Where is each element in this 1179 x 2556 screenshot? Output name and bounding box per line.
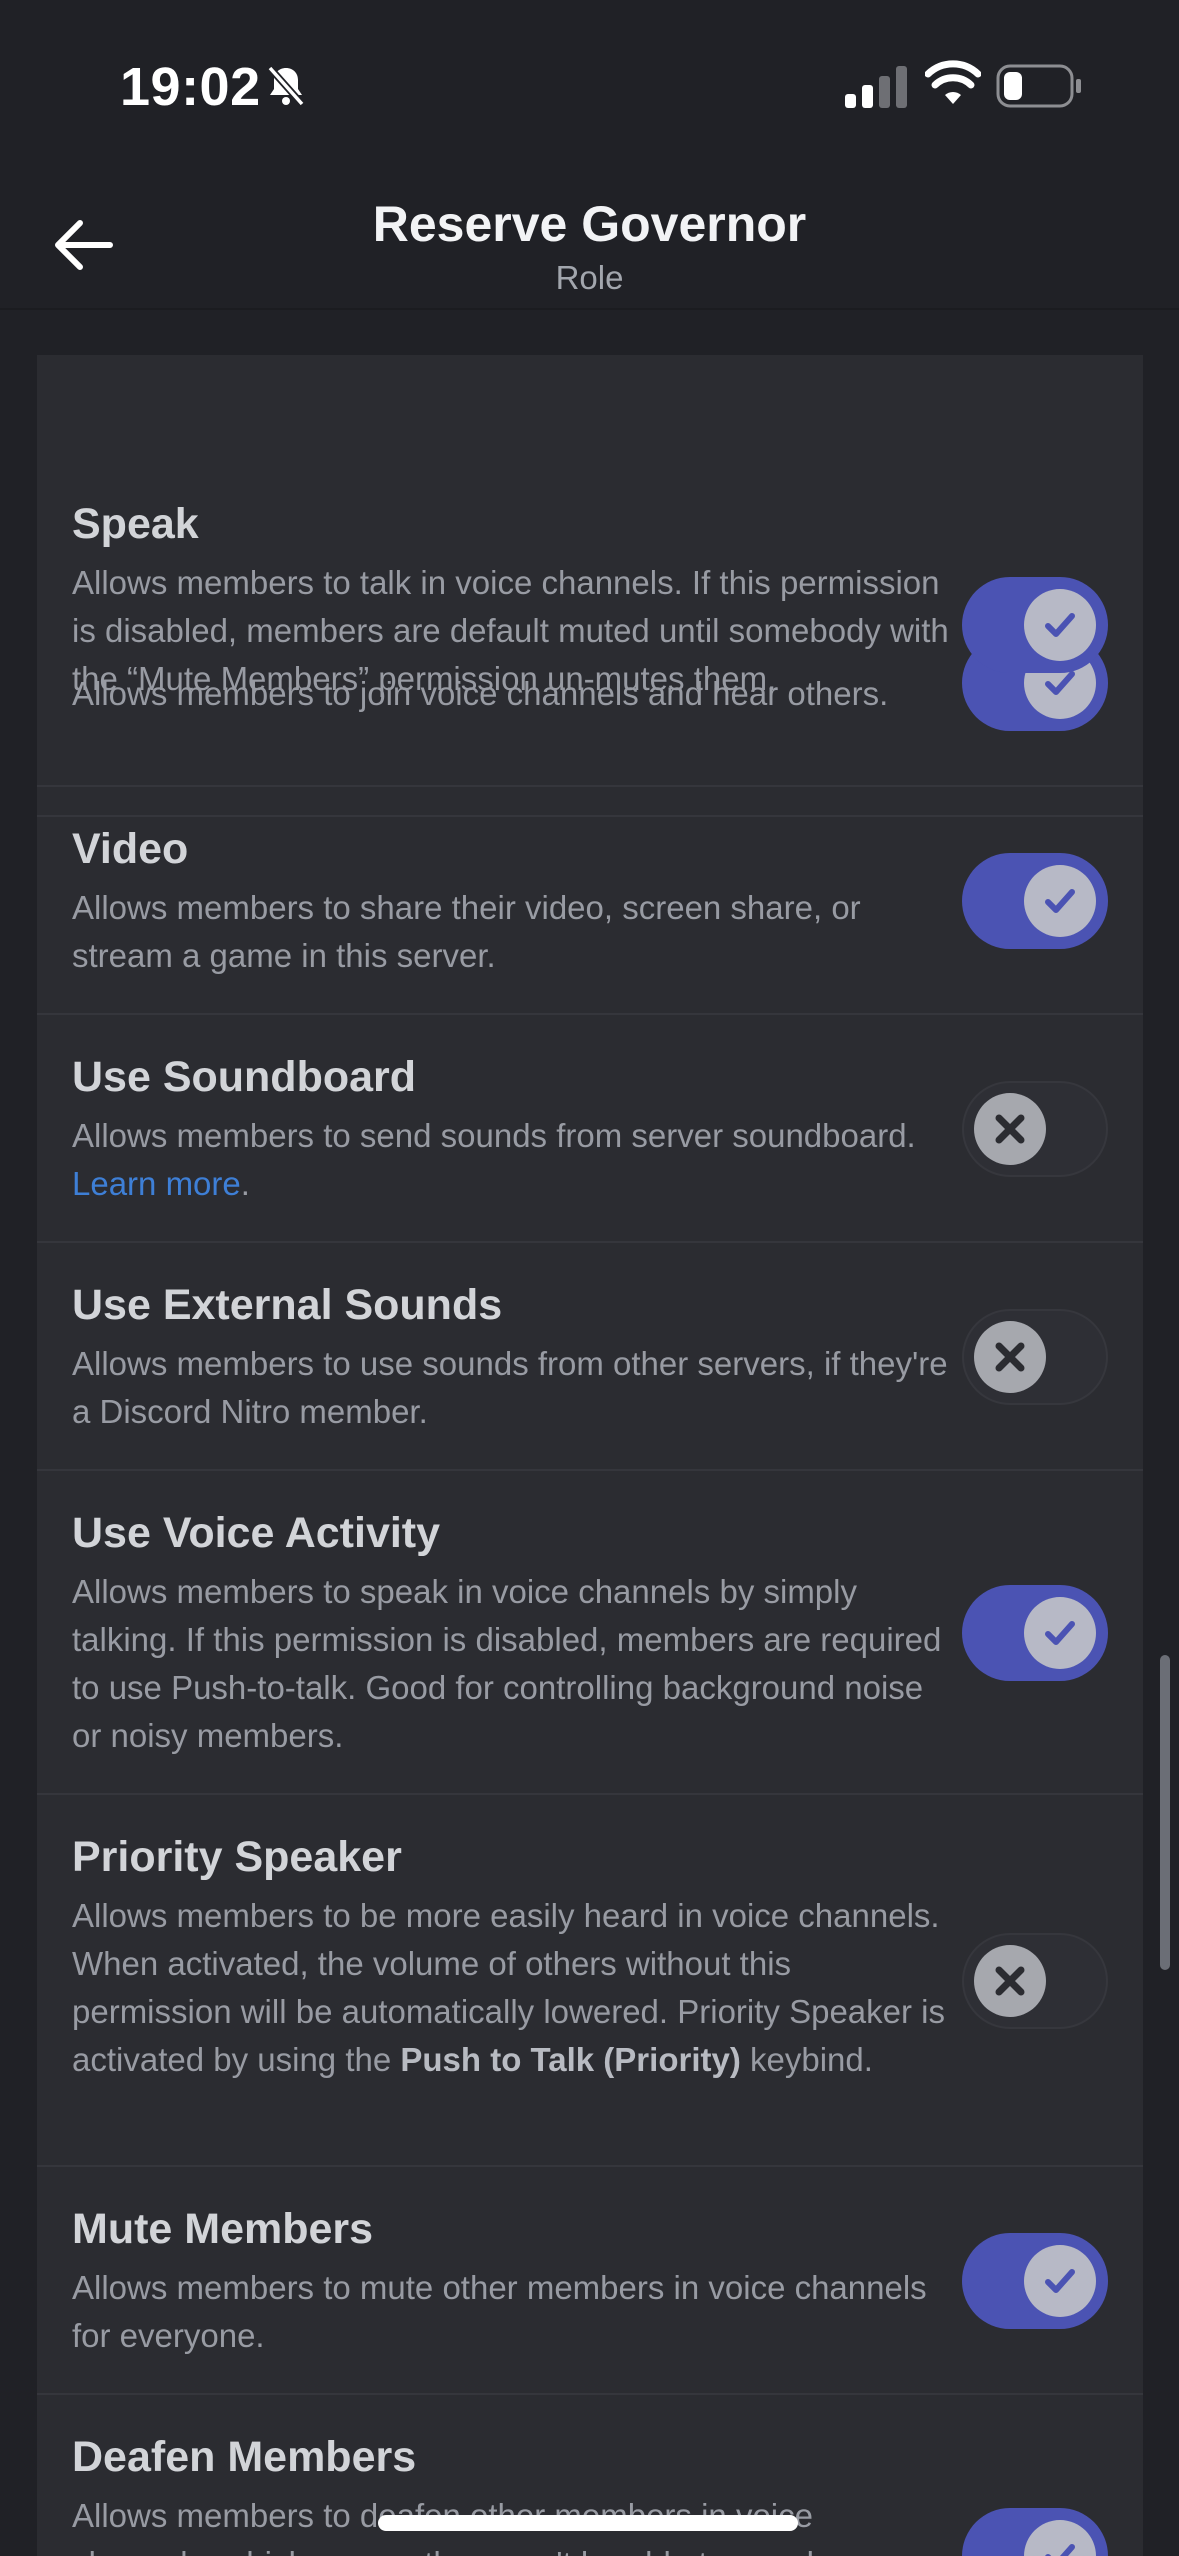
permission-row-mute-members: Mute Members Allows members to mute othe… xyxy=(37,2167,1143,2395)
permissions-panel: Allows members to join voice channels an… xyxy=(37,355,1143,2556)
check-icon xyxy=(1045,889,1075,913)
wifi-icon xyxy=(925,60,981,104)
learn-more-link[interactable]: Learn more xyxy=(72,1165,241,1202)
permission-toggle-use-soundboard[interactable] xyxy=(962,1081,1108,1177)
permission-description: Allows members to send sounds from serve… xyxy=(72,1112,952,1208)
permission-toggle-deafen-members[interactable] xyxy=(962,2508,1108,2556)
header: Reserve Governor Role xyxy=(0,175,1179,310)
toggle-knob xyxy=(1024,2520,1096,2556)
check-icon xyxy=(1045,1621,1075,1645)
description-punctuation: . xyxy=(240,1165,250,1202)
permission-name: Use Soundboard xyxy=(72,1053,417,1101)
keybind-name: Push to Talk (Priority) xyxy=(400,2041,741,2078)
permission-name: Use Voice Activity xyxy=(72,1509,441,1557)
permission-row-speak: Speak Allows members to talk in voice ch… xyxy=(37,462,1143,787)
permission-description: Allows members to be more easily heard i… xyxy=(72,1892,952,2084)
bell-slash-icon xyxy=(267,65,305,107)
permission-row-video: Video Allows members to share their vide… xyxy=(37,787,1143,1015)
permission-toggle-priority-speaker[interactable] xyxy=(962,1933,1108,2029)
permission-row-deafen-members: Deafen Members Allows members to deafen … xyxy=(37,2395,1143,2556)
toggle-knob xyxy=(974,1321,1046,1393)
toggle-knob xyxy=(1024,865,1096,937)
x-icon xyxy=(995,1114,1025,1144)
permission-toggle-use-voice-activity[interactable] xyxy=(962,1585,1108,1681)
x-icon xyxy=(995,1342,1025,1372)
permission-toggle-video[interactable] xyxy=(962,853,1108,949)
permission-row-priority-speaker: Priority Speaker Allows members to be mo… xyxy=(37,1795,1143,2167)
permission-toggle-mute-members[interactable] xyxy=(962,2233,1108,2329)
page-title: Reserve Governor xyxy=(372,196,807,252)
check-icon xyxy=(1045,2269,1075,2293)
permission-name: Deafen Members xyxy=(72,2433,417,2481)
toggle-knob xyxy=(1024,2245,1096,2317)
battery-icon xyxy=(996,64,1081,108)
permission-description: Allows members to speak in voice channel… xyxy=(72,1573,942,1754)
status-time: 19:02 xyxy=(120,57,261,117)
description-text-end: keybind. xyxy=(750,2041,873,2078)
check-icon xyxy=(1045,2544,1075,2556)
description-text: Allows members to send sounds from serve… xyxy=(72,1117,916,1154)
toggle-knob xyxy=(974,1945,1046,2017)
permission-toggle-use-external-sounds[interactable] xyxy=(962,1309,1108,1405)
permission-name: Use External Sounds xyxy=(72,1281,503,1329)
cellular-signal-icon xyxy=(845,66,907,108)
permission-name: Priority Speaker xyxy=(72,1833,402,1881)
permission-name: Speak xyxy=(72,500,199,548)
permission-name: Video xyxy=(72,825,189,873)
permission-description: Allows members to use sounds from other … xyxy=(72,1345,948,1430)
permission-row-use-voice-activity: Use Voice Activity Allows members to spe… xyxy=(37,1471,1143,1795)
toggle-knob xyxy=(974,1093,1046,1165)
permission-name: Mute Members xyxy=(72,2205,374,2253)
toggle-knob xyxy=(1024,589,1096,661)
permission-description: Allows members to mute other members in … xyxy=(72,2269,927,2354)
permission-description: Allows members to talk in voice channels… xyxy=(72,564,949,697)
x-icon xyxy=(995,1966,1025,1996)
page-subtitle: Role xyxy=(555,259,624,296)
scrollbar[interactable] xyxy=(1160,1655,1170,1970)
home-indicator[interactable] xyxy=(378,2515,798,2531)
check-icon xyxy=(1045,613,1075,637)
permission-description: Allows members to share their video, scr… xyxy=(72,889,861,974)
permission-row-use-soundboard: Use Soundboard Allows members to send so… xyxy=(37,1015,1143,1243)
permission-toggle-speak[interactable] xyxy=(962,577,1108,673)
status-bar: 19:02 xyxy=(0,0,1179,175)
toggle-knob xyxy=(1024,1597,1096,1669)
permission-row-use-external-sounds: Use External Sounds Allows members to us… xyxy=(37,1243,1143,1471)
